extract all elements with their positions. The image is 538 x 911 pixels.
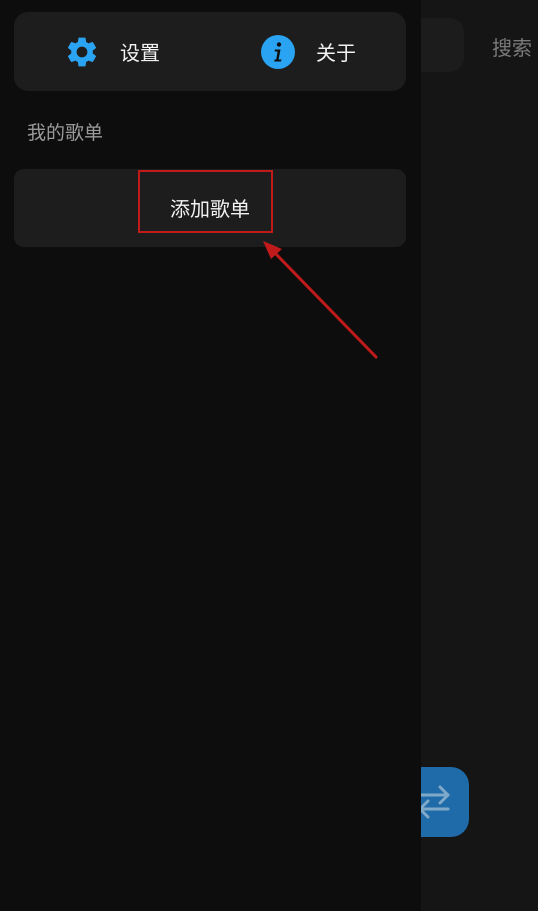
swap-arrows-icon (418, 785, 450, 819)
background-search-label: 搜索 (492, 36, 532, 60)
add-playlist-label: 添加歌单 (170, 197, 250, 221)
about-button[interactable]: 关于 (260, 12, 356, 91)
my-playlists-title: 我的歌单 (27, 122, 104, 144)
settings-button[interactable]: 设置 (64, 12, 160, 91)
info-icon (260, 34, 296, 70)
settings-label: 设置 (120, 41, 160, 65)
navigation-drawer: 设置 关于 我的歌单 添加歌单 (0, 0, 421, 911)
gear-icon (64, 34, 100, 70)
screen: 搜索 设置 关于 我的歌单 添加歌单 (0, 0, 538, 911)
drawer-top-actions: 设置 关于 (14, 12, 406, 91)
add-playlist-button[interactable]: 添加歌单 (14, 169, 406, 247)
about-label: 关于 (316, 41, 356, 65)
